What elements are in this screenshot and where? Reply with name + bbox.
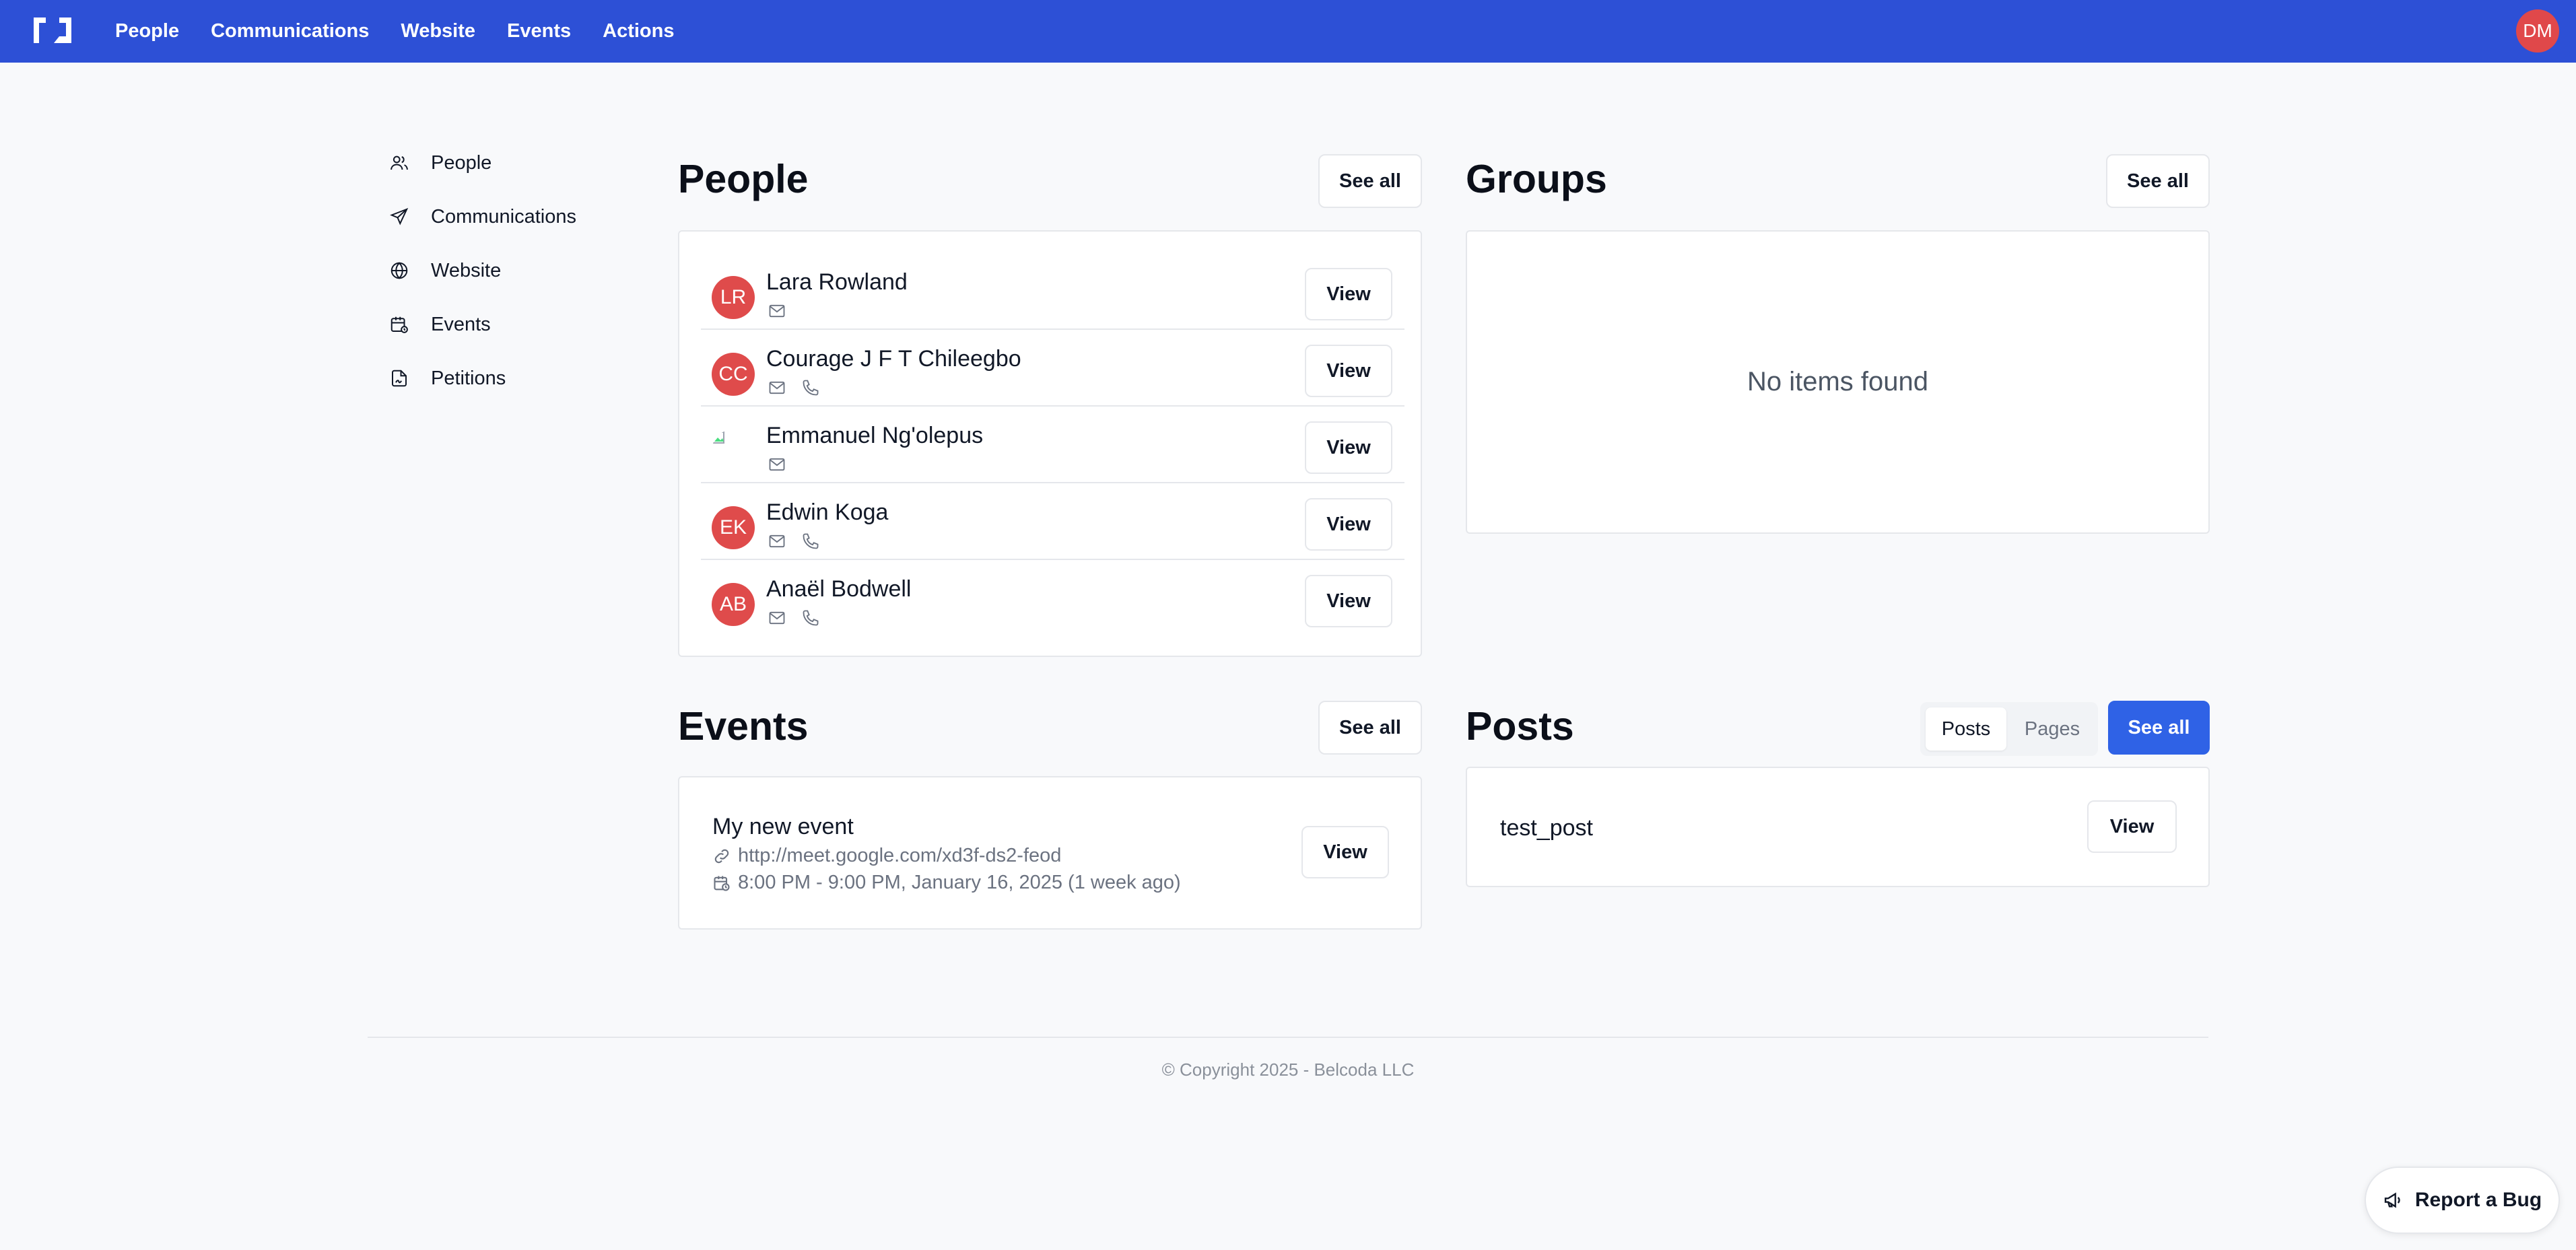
avatar: LR [712,276,755,319]
sidebar-item-label: Communications [431,205,576,228]
people-section-title: People [678,157,809,201]
table-row: AB Anaël Bodwell View [701,560,1404,637]
event-title[interactable]: My new event [712,814,854,840]
person-name: Courage J F T Chileegbo [766,346,1021,372]
sidebar-item-label: Website [431,259,502,281]
sidebar-item-website[interactable]: Website [388,244,631,298]
sidebar-item-petitions[interactable]: Petitions [388,351,631,405]
view-person-button[interactable]: View [1305,498,1392,551]
topnav-events[interactable]: Events [507,20,571,42]
view-person-button[interactable]: View [1305,268,1392,320]
sidebar-item-label: Petitions [431,367,506,389]
calendar-clock-icon [712,874,731,893]
posts-card: test_post View [1466,767,2210,887]
table-row: CC Courage J F T Chileegbo View [701,330,1404,407]
view-person-button[interactable]: View [1305,345,1392,397]
brand-logo[interactable] [31,15,74,46]
event-link[interactable]: http://meet.google.com/xd3f-ds2-feod [712,845,1061,867]
groups-see-all-button[interactable]: See all [2106,154,2210,208]
sidebar-item-events[interactable]: Events [388,298,631,351]
view-post-button[interactable]: View [2087,800,2177,853]
events-card: My new event http://meet.google.com/xd3f… [678,776,1422,930]
phone-icon[interactable] [800,377,821,398]
phone-icon[interactable] [800,530,821,552]
events-section-title: Events [678,704,809,749]
mail-icon[interactable] [766,454,788,475]
avatar: AB [712,583,755,626]
person-name: Lara Rowland [766,269,908,295]
sidebar-item-people[interactable]: People [388,136,631,190]
user-avatar[interactable]: DM [2516,9,2559,53]
view-person-button[interactable]: View [1305,575,1392,627]
users-icon [388,152,410,174]
calendar-icon [388,314,410,335]
avatar: CC [712,353,755,396]
tab-pages[interactable]: Pages [2012,707,2093,751]
sidebar-item-communications[interactable]: Communications [388,190,631,244]
footer-divider [368,1037,2208,1038]
top-navbar: People Communications Website Events Act… [0,0,2576,63]
topnav-communications[interactable]: Communications [211,20,369,42]
topnav-actions[interactable]: Actions [603,20,674,42]
view-event-button[interactable]: View [1301,826,1389,878]
people-see-all-button[interactable]: See all [1318,154,1422,208]
mail-icon[interactable] [766,377,788,398]
document-sign-icon [388,368,410,389]
footer-copyright: © Copyright 2025 - Belcoda LLC [1161,1060,1415,1080]
megaphone-icon [2383,1189,2404,1211]
table-row: LR Lara Rowland View [701,253,1404,330]
report-bug-button[interactable]: Report a Bug [2365,1167,2560,1234]
table-row: Emmanuel Ng'olepus View [701,407,1404,483]
sidebar-item-label: People [431,151,492,174]
groups-card: No items found [1466,230,2210,534]
topnav-website[interactable]: Website [401,20,475,42]
empty-state-text: No items found [1747,367,1929,396]
event-link-text: http://meet.google.com/xd3f-ds2-feod [738,845,1062,866]
table-row: EK Edwin Koga View [701,483,1404,560]
event-time: 8:00 PM - 9:00 PM, January 16, 2025 (1 w… [712,872,1181,894]
send-icon [388,206,410,228]
globe-icon [388,260,410,281]
person-name: Emmanuel Ng'olepus [766,423,984,448]
mail-icon[interactable] [766,530,788,552]
post-title: test_post [1500,815,1593,841]
posts-see-all-button[interactable]: See all [2108,701,2210,755]
event-time-text: 8:00 PM - 9:00 PM, January 16, 2025 (1 w… [738,872,1181,893]
tab-posts[interactable]: Posts [1926,707,2006,751]
link-icon [712,847,731,866]
events-see-all-button[interactable]: See all [1318,701,1422,755]
topnav-people[interactable]: People [115,20,179,42]
phone-icon[interactable] [800,607,821,629]
sidebar-item-label: Events [431,313,491,335]
view-person-button[interactable]: View [1305,421,1392,474]
person-name: Anaël Bodwell [766,576,912,602]
top-nav: People Communications Website Events Act… [115,0,674,63]
sidebar: People Communications Website Events Pet… [388,136,631,405]
posts-pages-toggle: Posts Pages [1920,702,2098,756]
mail-icon[interactable] [766,300,788,322]
report-bug-label: Report a Bug [2414,1189,2542,1211]
avatar-broken-image [712,429,755,473]
posts-section-title: Posts [1466,704,1574,749]
groups-section-title: Groups [1466,157,1607,201]
person-name: Edwin Koga [766,499,889,525]
avatar: EK [712,506,755,549]
people-card: LR Lara Rowland View CC Courage J F T Ch… [678,230,1422,657]
mail-icon[interactable] [766,607,788,629]
